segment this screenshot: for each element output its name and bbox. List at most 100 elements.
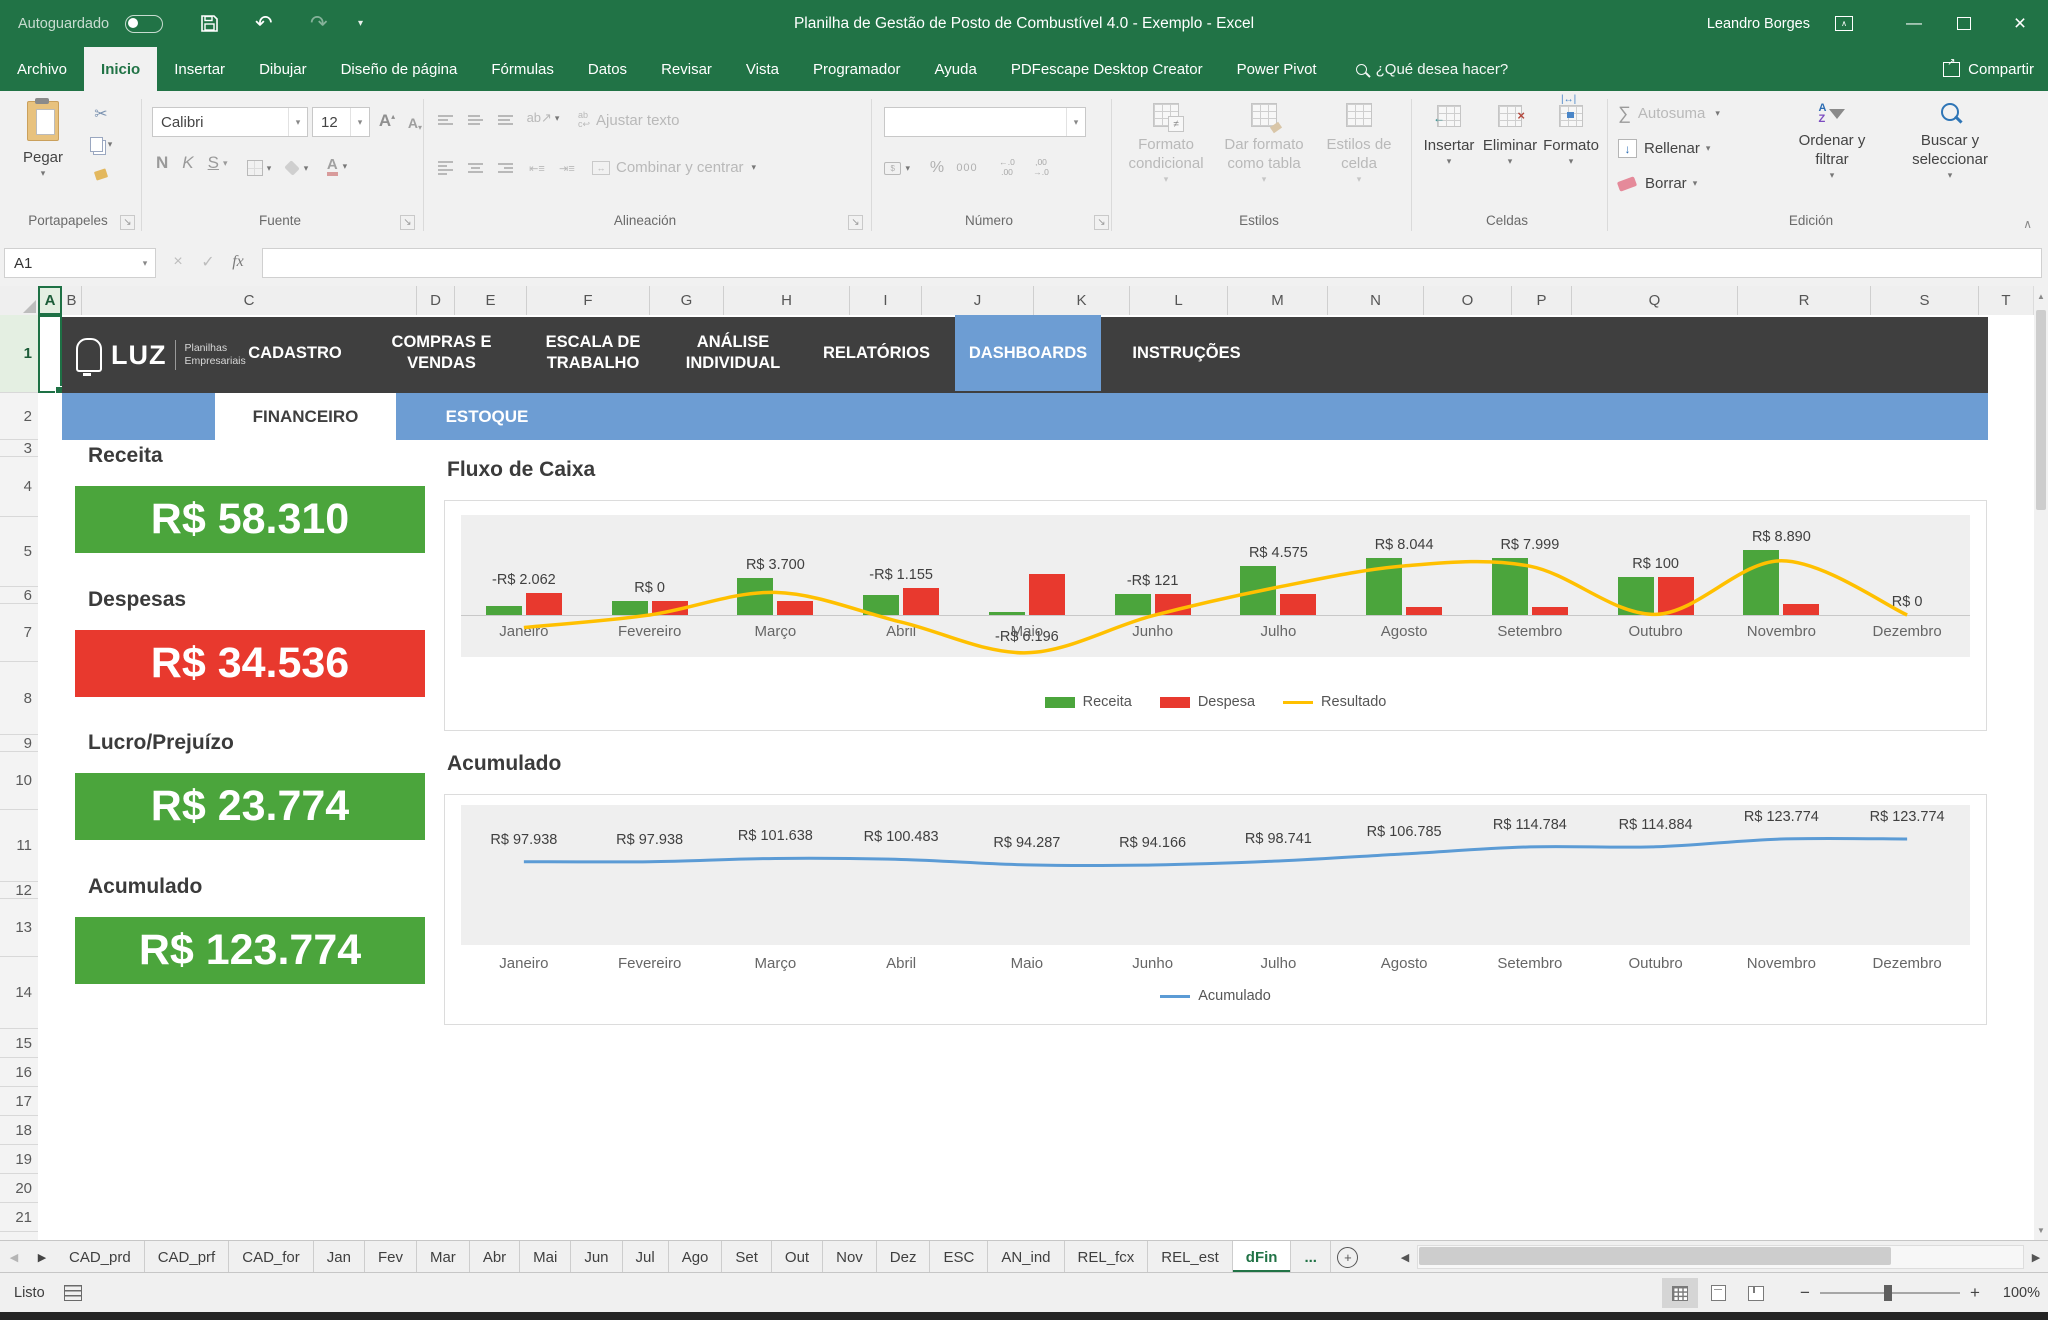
column-header-o[interactable]: O (1424, 286, 1512, 315)
scroll-right-icon[interactable]: ▶ (2024, 1251, 2048, 1264)
bold-button[interactable]: N (156, 153, 168, 173)
vertical-scroll-thumb[interactable] (2036, 310, 2046, 510)
ribbon-display-options-button[interactable]: ∧ (1822, 0, 1866, 47)
sheet-tab-fev[interactable]: Fev (365, 1241, 417, 1273)
sheet-tab-set[interactable]: Set (722, 1241, 772, 1273)
ribbon-tab-programador[interactable]: Programador (796, 47, 918, 91)
sheet-tab-jun[interactable]: Jun (571, 1241, 622, 1273)
cell-styles-button[interactable]: Estilos de celda ▾ (1316, 103, 1402, 185)
confirm-entry-button[interactable]: ✓ (193, 252, 223, 272)
maximize-button[interactable] (1942, 0, 1986, 47)
sheet-tab-an_ind[interactable]: AN_ind (988, 1241, 1064, 1273)
sheet-tab-rel_est[interactable]: REL_est (1148, 1241, 1233, 1273)
sheet-tab-cad_for[interactable]: CAD_for (229, 1241, 314, 1273)
sheet-nav-next-icon[interactable]: ▶ (28, 1241, 56, 1273)
sheet-tab-dez[interactable]: Dez (877, 1241, 931, 1273)
column-header-c[interactable]: C (82, 286, 417, 315)
column-header-m[interactable]: M (1228, 286, 1328, 315)
column-header-a[interactable]: A (38, 286, 62, 315)
format-cells-button[interactable]: |↔| Formato ▾ (1542, 105, 1600, 167)
sheet-tab-mai[interactable]: Mai (520, 1241, 571, 1273)
row-header-9[interactable]: 9 (0, 735, 38, 752)
row-header-10[interactable]: 10 (0, 752, 38, 810)
increase-decimal-button[interactable]: ←.0 .00 (994, 155, 1020, 181)
sheet-tab-cad_prd[interactable]: CAD_prd (56, 1241, 145, 1273)
horizontal-scroll-thumb[interactable] (1419, 1247, 1891, 1265)
underline-button[interactable]: S (208, 153, 219, 173)
decrease-indent-button[interactable]: ⇤≡ (524, 155, 550, 181)
font-size-combo[interactable]: 12▾ (312, 107, 370, 137)
new-sheet-button[interactable]: + (1331, 1241, 1365, 1273)
font-dialog-launcher[interactable]: ↘ (400, 215, 415, 230)
row-header-15[interactable]: 15 (0, 1029, 38, 1058)
fill-button[interactable]: ↓ Rellenar ▾ (1618, 139, 1710, 158)
cut-button[interactable]: ✂ (88, 101, 114, 127)
column-header-j[interactable]: J (922, 286, 1034, 315)
row-header-3[interactable]: 3 (0, 440, 38, 457)
minimize-button[interactable]: — (1892, 0, 1936, 47)
sheet-tab-esc[interactable]: ESC (930, 1241, 988, 1273)
horizontal-scrollbar[interactable]: ◀ ▶ (1393, 1241, 2048, 1273)
ribbon-tab-revisar[interactable]: Revisar (644, 47, 729, 91)
sheet-tab-out[interactable]: Out (772, 1241, 823, 1273)
paste-button[interactable]: Pegar ▾ (12, 101, 74, 179)
insert-cells-button[interactable]: ← Insertar ▾ (1420, 105, 1478, 167)
name-box[interactable]: A1 ▾ (4, 248, 156, 278)
row-header-4[interactable]: 4 (0, 457, 38, 517)
cancel-entry-button[interactable]: × (163, 253, 193, 271)
comma-format-button[interactable]: 000 (954, 155, 980, 181)
sheet-tab-rel_fcx[interactable]: REL_fcx (1065, 1241, 1149, 1273)
sheet-tab-ago[interactable]: Ago (669, 1241, 723, 1273)
row-header-13[interactable]: 13 (0, 899, 38, 957)
column-header-t[interactable]: T (1979, 286, 2034, 315)
italic-button[interactable]: K (182, 153, 193, 173)
sheet-tab-jul[interactable]: Jul (623, 1241, 669, 1273)
scroll-up-icon[interactable]: ▲ (2034, 286, 2048, 306)
nav-tab-cadastro[interactable]: CADASTRO (225, 315, 365, 391)
sheet-tab-overflow[interactable]: ... (1291, 1241, 1331, 1273)
delete-cells-button[interactable]: × Eliminar ▾ (1480, 105, 1540, 167)
zoom-slider[interactable] (1820, 1292, 1960, 1294)
selected-cell-a1[interactable] (38, 315, 62, 393)
column-header-k[interactable]: K (1034, 286, 1130, 315)
nav-tab-compras-e-vendas[interactable]: COMPRAS E VENDAS (365, 315, 518, 391)
ribbon-tab-vista[interactable]: Vista (729, 47, 796, 91)
ribbon-tab-insertar[interactable]: Insertar (157, 47, 242, 91)
normal-view-button[interactable] (1662, 1278, 1698, 1308)
align-left-button[interactable] (432, 155, 458, 181)
row-header-8[interactable]: 8 (0, 662, 38, 735)
font-name-combo[interactable]: Calibri▾ (152, 107, 308, 137)
tell-me-search[interactable]: ¿Qué desea hacer? (1356, 47, 1509, 91)
ribbon-tab-pdfescape-desktop-creator[interactable]: PDFescape Desktop Creator (994, 47, 1220, 91)
increase-indent-button[interactable]: ⇥≡ (554, 155, 580, 181)
autosum-button[interactable]: ∑ Autosuma ▾ (1618, 103, 1720, 124)
merge-center-button[interactable]: ↔ Combinar y centrar ▾ (592, 159, 756, 176)
row-header-1[interactable]: 1 (0, 315, 38, 393)
row-header-2[interactable]: 2 (0, 393, 38, 440)
select-all-corner[interactable] (0, 286, 39, 316)
conditional-formatting-button[interactable]: ≠ Formato condicional ▾ (1120, 103, 1212, 185)
format-painter-button[interactable] (88, 161, 114, 187)
ribbon-tab-dibujar[interactable]: Dibujar (242, 47, 324, 91)
clear-button[interactable]: Borrar ▾ (1618, 175, 1697, 192)
column-header-l[interactable]: L (1130, 286, 1228, 315)
zoom-slider-thumb[interactable] (1884, 1285, 1892, 1301)
sort-filter-button[interactable]: AZ Ordenar y filtrar ▾ (1780, 103, 1884, 181)
number-format-combo[interactable]: ▾ (884, 107, 1086, 137)
page-break-view-button[interactable] (1738, 1278, 1774, 1308)
ribbon-tab-ayuda[interactable]: Ayuda (918, 47, 994, 91)
scroll-down-icon[interactable]: ▼ (2034, 1220, 2048, 1240)
column-header-h[interactable]: H (724, 286, 850, 315)
alignment-dialog-launcher[interactable]: ↘ (848, 215, 863, 230)
formula-input[interactable] (262, 248, 2042, 278)
fill-color-button[interactable]: ▾ (284, 155, 310, 181)
sheet-nav-first-icon[interactable]: ◀ (0, 1241, 28, 1273)
column-header-p[interactable]: P (1512, 286, 1572, 315)
nav-tab-dashboards[interactable]: DASHBOARDS (955, 315, 1101, 391)
ribbon-tab-archivo[interactable]: Archivo (0, 47, 84, 91)
row-header-18[interactable]: 18 (0, 1116, 38, 1145)
column-header-n[interactable]: N (1328, 286, 1424, 315)
collapse-ribbon-button[interactable]: ∧ (2023, 217, 2032, 231)
nav-tab-escala-de-trabalho[interactable]: ESCALA DE TRABALHO (518, 315, 668, 391)
column-header-s[interactable]: S (1871, 286, 1979, 315)
